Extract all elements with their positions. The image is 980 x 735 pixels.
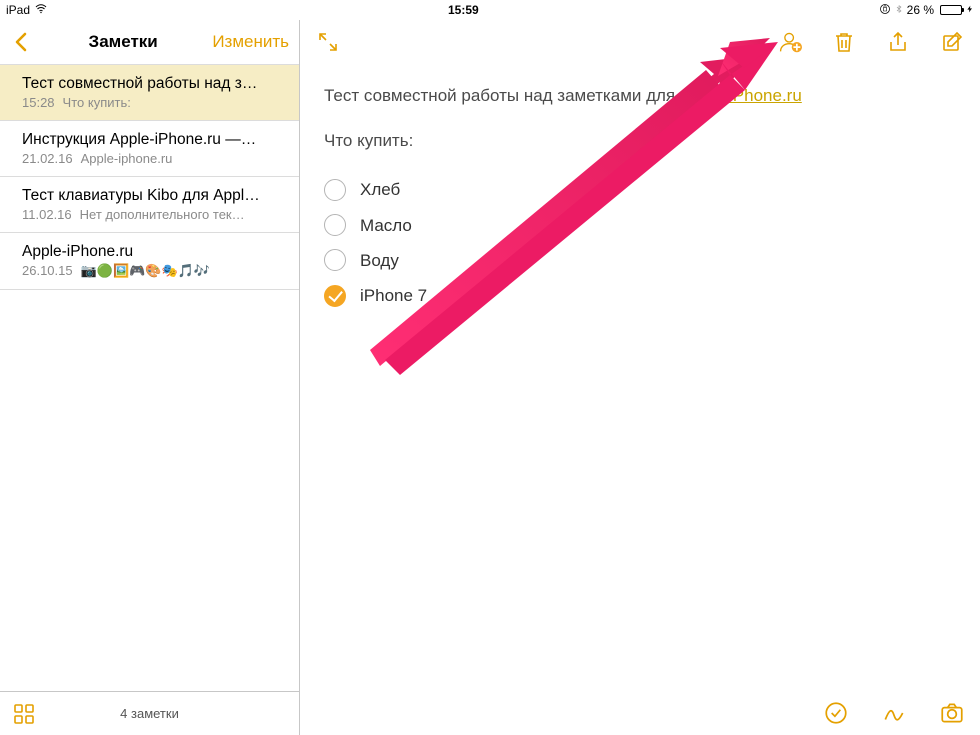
edit-button[interactable]: Изменить — [212, 32, 289, 52]
checklist-item[interactable]: Воду — [324, 243, 956, 278]
note-title: Инструкция Apple-iPhone.ru —… — [22, 131, 285, 149]
list-item[interactable]: Инструкция Apple-iPhone.ru —… 21.02.16 Ap… — [0, 121, 299, 177]
checklist-label: Хлеб — [360, 176, 400, 203]
checkbox-icon[interactable] — [324, 249, 346, 271]
note-headline: Тест совместной работы над заметками для… — [324, 82, 956, 109]
device-label: iPad — [6, 3, 30, 17]
note-title: Apple-iPhone.ru — [22, 243, 285, 261]
checklist-item[interactable]: iPhone 7 — [324, 278, 956, 313]
checkbox-icon[interactable] — [324, 285, 346, 307]
note-date: 21.02.16 — [22, 151, 73, 166]
content-footer — [300, 691, 980, 735]
checkbox-icon[interactable] — [324, 179, 346, 201]
note-date: 11.02.16 — [22, 207, 72, 222]
checklist-label: Воду — [360, 247, 399, 274]
note-title: Тест клавиатуры Kibo для Appl… — [22, 187, 285, 205]
notes-count: 4 заметки — [38, 706, 261, 721]
battery-icon — [940, 5, 962, 15]
delete-button[interactable] — [830, 28, 858, 56]
headline-link[interactable]: Apple-iPhone.ru — [680, 86, 802, 105]
share-button[interactable] — [884, 28, 912, 56]
note-date: 15:28 — [22, 95, 55, 110]
sidebar-footer: 4 заметки — [0, 691, 299, 735]
note-title: Тест совместной работы над з… — [22, 75, 285, 93]
wifi-icon — [34, 3, 48, 18]
content-toolbar — [300, 20, 980, 64]
collaborate-button[interactable] — [776, 28, 804, 56]
back-button[interactable] — [10, 28, 34, 56]
list-item[interactable]: Тест клавиатуры Kibo для Appl… 11.02.16 Н… — [0, 177, 299, 233]
sketch-button[interactable] — [880, 699, 908, 727]
camera-button[interactable] — [938, 699, 966, 727]
clock: 15:59 — [48, 3, 879, 17]
checklist-label: iPhone 7 — [360, 282, 427, 309]
note-subhead: Что купить: — [324, 127, 956, 154]
note-body[interactable]: Тест совместной работы над заметками для… — [300, 64, 980, 691]
note-preview: 📷🟢🖼️🎮🎨🎭🎵🎶 — [81, 263, 211, 279]
status-bar: iPad 15:59 26 % — [0, 0, 980, 20]
bluetooth-icon — [895, 3, 903, 18]
checklist-item[interactable]: Хлеб — [324, 172, 956, 207]
expand-button[interactable] — [314, 28, 342, 56]
list-item[interactable]: Apple-iPhone.ru 26.10.15 📷🟢🖼️🎮🎨🎭🎵🎶 — [0, 233, 299, 290]
checklist-button[interactable] — [822, 699, 850, 727]
notes-list: Тест совместной работы над з… 15:28 Что к… — [0, 64, 299, 691]
note-preview: Нет дополнительного тек… — [80, 207, 245, 222]
sidebar-title: Заметки — [34, 32, 212, 52]
note-preview: Что купить: — [63, 95, 131, 110]
list-item[interactable]: Тест совместной работы над з… 15:28 Что к… — [0, 64, 299, 121]
orientation-lock-icon — [879, 3, 891, 18]
note-date: 26.10.15 — [22, 263, 73, 279]
checklist-item[interactable]: Масло — [324, 208, 956, 243]
checklist: Хлеб Масло Воду iPhone 7 — [324, 172, 956, 313]
note-preview: Apple-iphone.ru — [81, 151, 173, 166]
checkbox-icon[interactable] — [324, 214, 346, 236]
note-content-pane: Тест совместной работы над заметками для… — [300, 20, 980, 735]
compose-button[interactable] — [938, 28, 966, 56]
charging-icon — [966, 3, 974, 18]
sidebar-navbar: Заметки Изменить — [0, 20, 299, 64]
gallery-view-button[interactable] — [10, 700, 38, 728]
headline-text: Тест совместной работы над заметками для — [324, 86, 680, 105]
battery-percent: 26 % — [907, 3, 934, 17]
notes-sidebar: Заметки Изменить Тест совместной работы … — [0, 20, 300, 735]
checklist-label: Масло — [360, 212, 412, 239]
